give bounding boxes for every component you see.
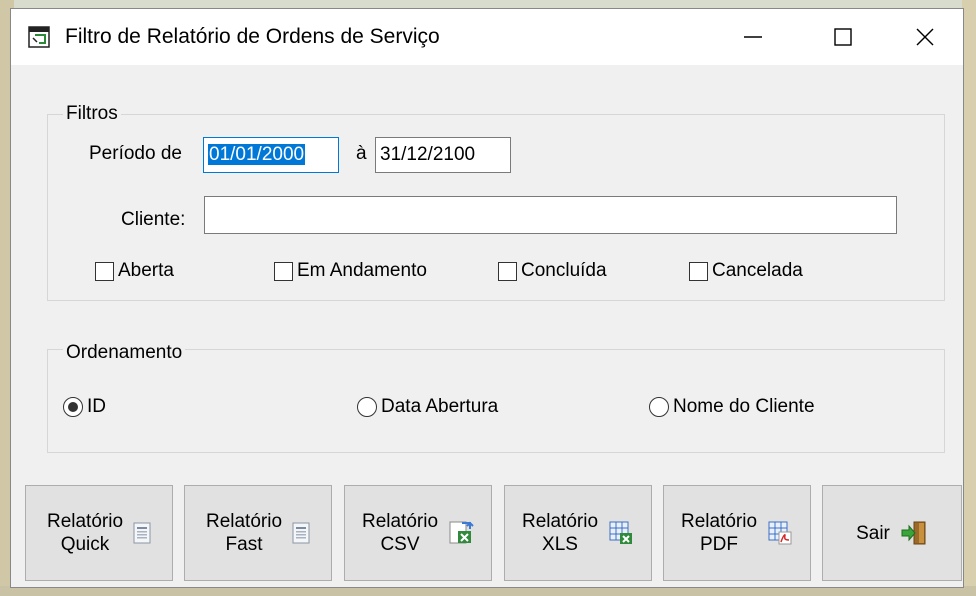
button-label-line1: Relatório bbox=[46, 511, 124, 532]
pdf-export-icon bbox=[768, 521, 792, 545]
report-filter-window: Filtro de Relatório de Ordens de Serviço… bbox=[10, 8, 964, 588]
maximize-button[interactable] bbox=[797, 9, 889, 65]
checkbox-box bbox=[95, 261, 114, 281]
radio-label: Data Abertura bbox=[381, 396, 499, 417]
report-csv-button[interactable]: Relatório CSV bbox=[344, 485, 492, 581]
desktop-background-top bbox=[0, 0, 976, 8]
button-label-line1: Relatório bbox=[680, 511, 758, 532]
csv-export-icon bbox=[449, 521, 474, 544]
checkbox-label: Concluída bbox=[521, 260, 607, 281]
report-fast-icon bbox=[292, 522, 310, 544]
checkbox-box bbox=[274, 261, 293, 281]
report-quick-icon bbox=[133, 522, 151, 544]
status-in-progress-checkbox[interactable]: Em Andamento bbox=[274, 260, 427, 282]
radio-label: Nome do Cliente bbox=[673, 396, 815, 417]
app-icon bbox=[28, 26, 50, 48]
report-quick-button[interactable]: Relatório Quick bbox=[25, 485, 173, 581]
period-label: Período de bbox=[89, 143, 182, 164]
client-label: Cliente: bbox=[121, 209, 186, 230]
window-title: Filtro de Relatório de Ordens de Serviço bbox=[65, 25, 440, 48]
period-to-input[interactable]: 31/12/2100 bbox=[375, 137, 511, 173]
status-cancelled-checkbox[interactable]: Cancelada bbox=[689, 260, 803, 282]
title-bar[interactable]: Filtro de Relatório de Ordens de Serviço bbox=[11, 9, 963, 65]
button-label-line2: PDF bbox=[699, 534, 738, 555]
order-by-open-date-radio[interactable]: Data Abertura bbox=[357, 396, 498, 418]
report-xls-button[interactable]: Relatório XLS bbox=[504, 485, 652, 581]
desktop-background-right bbox=[962, 0, 976, 596]
order-by-id-radio[interactable]: ID bbox=[63, 396, 106, 418]
client-input[interactable] bbox=[204, 196, 897, 234]
radio-indicator bbox=[357, 397, 377, 417]
close-icon bbox=[916, 28, 934, 46]
button-label-line2: Quick bbox=[60, 534, 110, 555]
period-from-value: 01/01/2000 bbox=[208, 144, 306, 165]
button-label-line1: Relatório bbox=[521, 511, 599, 532]
checkbox-box bbox=[498, 261, 517, 281]
checkbox-label: Cancelada bbox=[712, 260, 803, 281]
exit-button-label: Sair bbox=[856, 522, 890, 544]
period-separator: à bbox=[356, 143, 367, 164]
status-open-checkbox[interactable]: Aberta bbox=[95, 260, 174, 282]
exit-door-icon bbox=[901, 521, 926, 545]
maximize-icon bbox=[834, 28, 852, 46]
close-button[interactable] bbox=[887, 9, 963, 65]
ordering-group-label: Ordenamento bbox=[63, 342, 186, 364]
button-label-line2: XLS bbox=[542, 534, 578, 555]
minimize-button[interactable] bbox=[707, 9, 799, 65]
button-label-line2: CSV bbox=[380, 534, 420, 555]
order-by-client-name-radio[interactable]: Nome do Cliente bbox=[649, 396, 815, 418]
checkbox-label: Em Andamento bbox=[297, 260, 427, 281]
radio-indicator bbox=[63, 397, 83, 417]
period-from-input[interactable]: 01/01/2000 bbox=[203, 137, 339, 173]
button-label-line2: Fast bbox=[225, 534, 263, 555]
checkbox-label: Aberta bbox=[118, 260, 174, 281]
exit-button[interactable]: Sair bbox=[822, 485, 962, 581]
period-to-value: 31/12/2100 bbox=[380, 144, 476, 165]
radio-indicator bbox=[649, 397, 669, 417]
button-label-line1: Relatório bbox=[361, 511, 439, 532]
report-pdf-button[interactable]: Relatório PDF bbox=[663, 485, 811, 581]
report-fast-button[interactable]: Relatório Fast bbox=[184, 485, 332, 581]
button-label-line1: Relatório bbox=[205, 511, 283, 532]
filters-group-label: Filtros bbox=[63, 103, 121, 125]
radio-label: ID bbox=[87, 396, 106, 417]
xls-export-icon bbox=[609, 521, 633, 544]
checkbox-box bbox=[689, 261, 708, 281]
status-completed-checkbox[interactable]: Concluída bbox=[498, 260, 607, 282]
minimize-icon bbox=[744, 36, 762, 38]
